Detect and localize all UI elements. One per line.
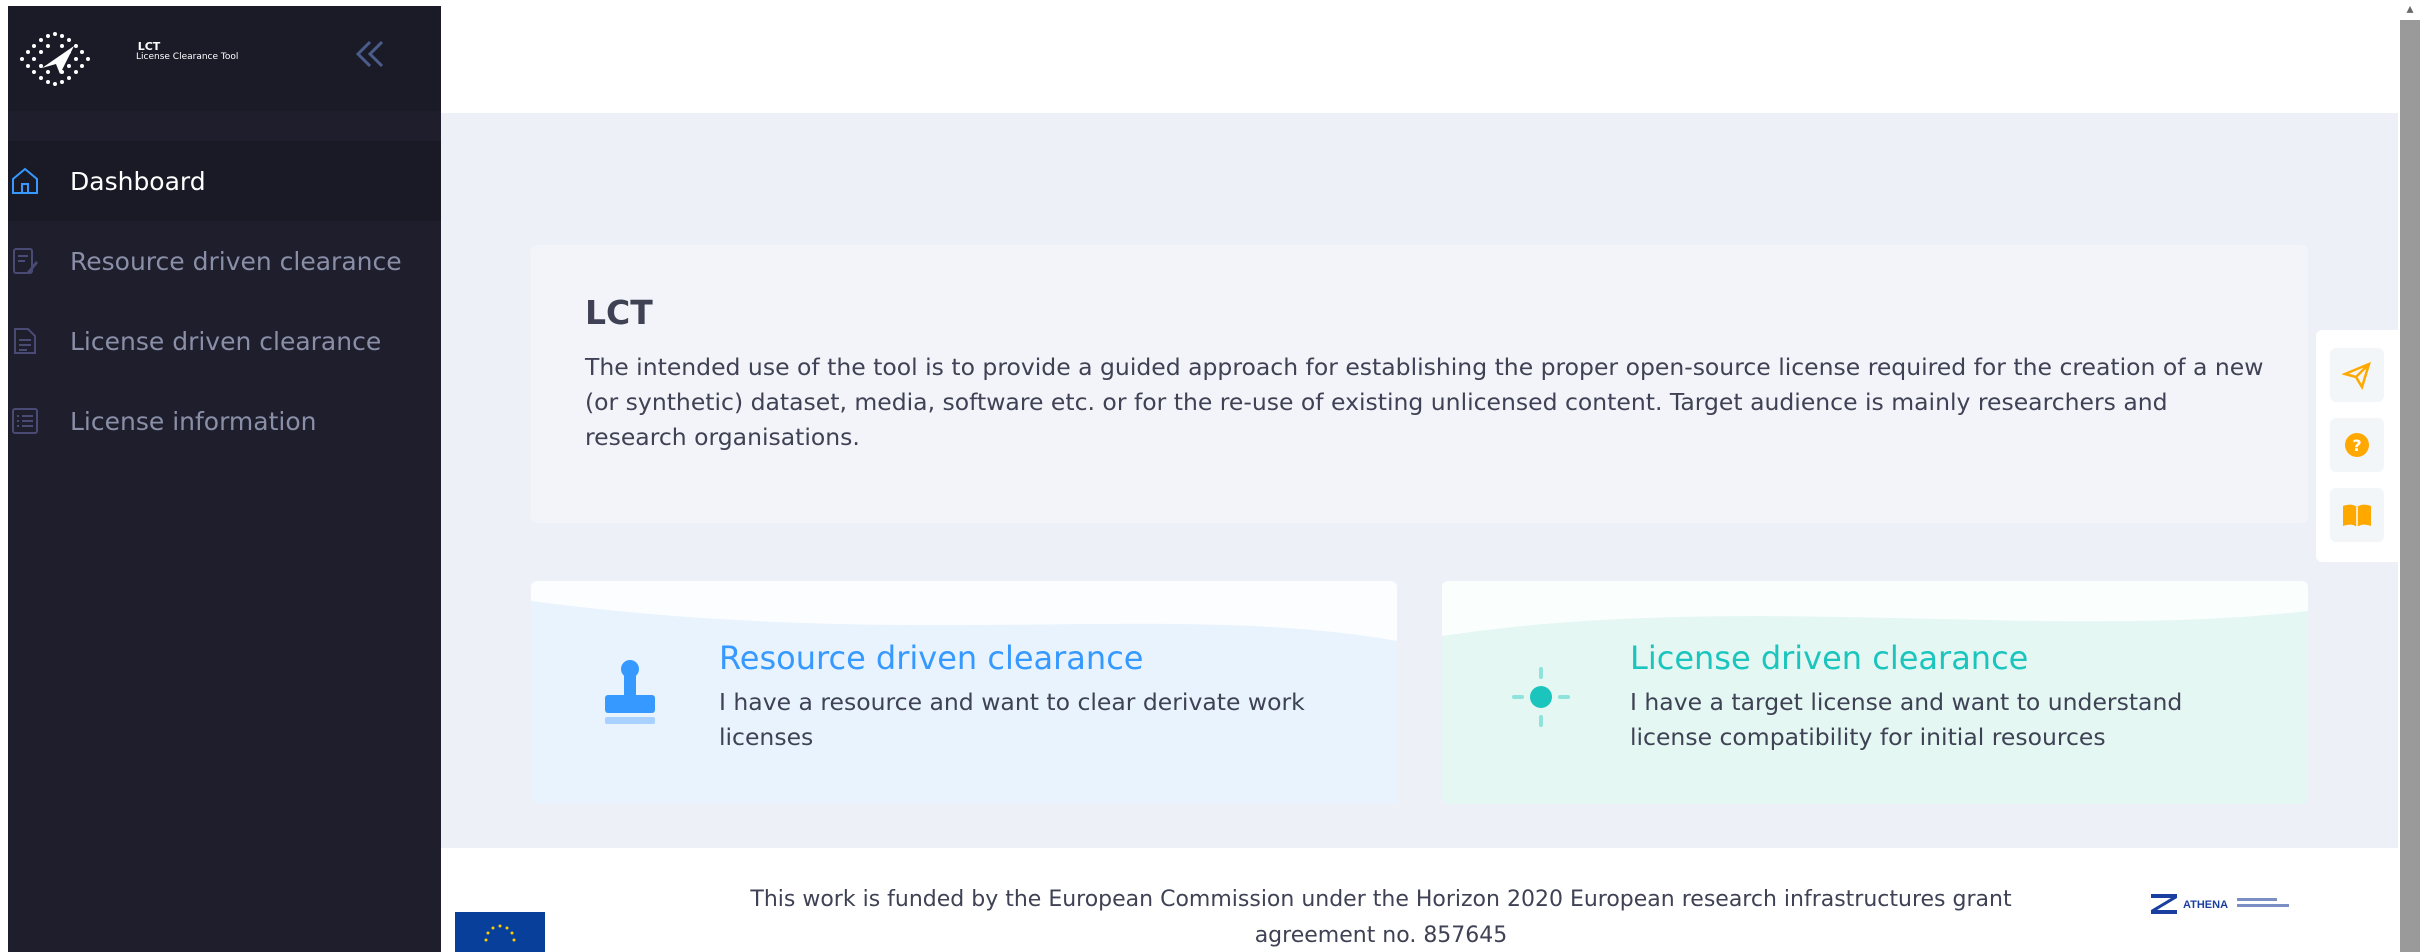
sidebar: LCT License Clearance Tool Dashboard Res… [8,6,441,952]
footer-funding-text: This work is funded by the European Comm… [750,887,2012,948]
document-icon [8,324,42,358]
intro-card: LCT The intended use of the tool is to p… [531,245,2308,523]
sidebar-item-license-information[interactable]: License information [8,381,441,461]
sidebar-item-label: Dashboard [70,166,206,196]
logo-text: LCT License Clearance Tool [136,40,239,62]
eu-flag-icon [455,912,545,952]
scrollbar-thumb[interactable] [2400,20,2420,952]
document-edit-icon [8,244,42,278]
card-description: I have a resource and want to clear deri… [719,688,1305,751]
stamp-icon [605,660,655,724]
footer: This work is funded by the European Comm… [441,848,2398,952]
question-icon: ? [2345,433,2369,457]
card-title: License driven clearance [1630,639,2029,677]
card-title: Resource driven clearance [719,639,1144,677]
sidebar-item-resource-driven-clearance[interactable]: Resource driven clearance [8,221,441,301]
athena-logo: ATHENA [2151,894,2289,914]
sidebar-item-label: License information [70,406,317,436]
sun-icon [1512,667,1570,727]
sidebar-item-license-driven-clearance[interactable]: License driven clearance [8,301,441,381]
svg-text:ATHENA: ATHENA [2183,899,2228,911]
send-button[interactable] [2330,348,2384,402]
sidebar-item-dashboard[interactable]: Dashboard [8,141,441,221]
card-description: I have a target license and want to unde… [1630,688,2183,751]
resource-driven-clearance-card[interactable]: Resource driven clearance I have a resou… [531,581,1397,804]
paper-plane-icon [2342,361,2371,390]
logo-title: LCT [137,40,161,53]
main-content: LCT The intended use of the tool is to p… [441,113,2398,848]
documentation-button[interactable] [2330,488,2384,542]
sidebar-item-label: Resource driven clearance [70,246,402,276]
list-icon [8,404,42,438]
intro-title: LCT [585,293,653,332]
logo-subtitle: License Clearance Tool [136,52,239,62]
sidebar-nav: Dashboard Resource driven clearance Lice… [8,141,441,461]
intro-text: The intended use of the tool is to provi… [585,353,2264,451]
sidebar-header: LCT License Clearance Tool [8,6,441,111]
svg-text:?: ? [2352,436,2361,455]
top-header [441,0,2398,113]
collapse-sidebar-icon[interactable] [350,34,390,74]
lct-logo [20,32,90,86]
home-icon [8,164,42,198]
license-driven-clearance-card[interactable]: License driven clearance I have a target… [1442,581,2308,804]
book-icon [2343,504,2371,527]
floating-toolbar: ? [2316,330,2398,562]
sidebar-item-label: License driven clearance [70,326,382,356]
help-button[interactable]: ? [2330,418,2384,472]
scroll-up-arrow-icon[interactable]: ▴ [2401,0,2419,18]
